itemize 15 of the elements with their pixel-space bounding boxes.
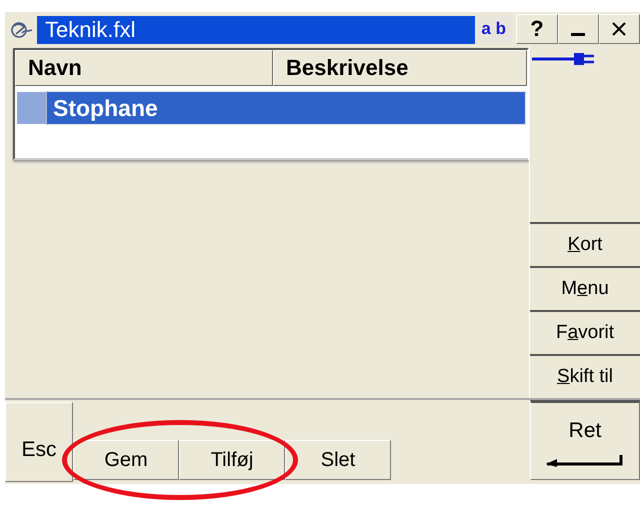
minimize-icon <box>571 32 586 36</box>
escape-button[interactable]: Esc <box>5 402 73 482</box>
column-header[interactable]: Beskrivelse <box>273 50 527 86</box>
toolbar-button[interactable]: Slet <box>285 440 391 480</box>
toolbar-button[interactable]: Gem <box>73 440 179 480</box>
enter-button[interactable]: Ret <box>530 400 640 480</box>
close-icon <box>611 21 628 37</box>
minimize-button[interactable] <box>558 14 599 44</box>
window-title: Teknik.fxl <box>37 16 475 44</box>
help-button[interactable]: ? <box>516 14 558 44</box>
column-header[interactable]: Navn <box>15 50 273 86</box>
input-mode-indicator[interactable]: a b <box>475 15 512 43</box>
enter-arrow-icon <box>545 453 625 467</box>
toolbar-button[interactable]: Tilføj <box>179 440 285 480</box>
close-button[interactable] <box>598 14 640 44</box>
